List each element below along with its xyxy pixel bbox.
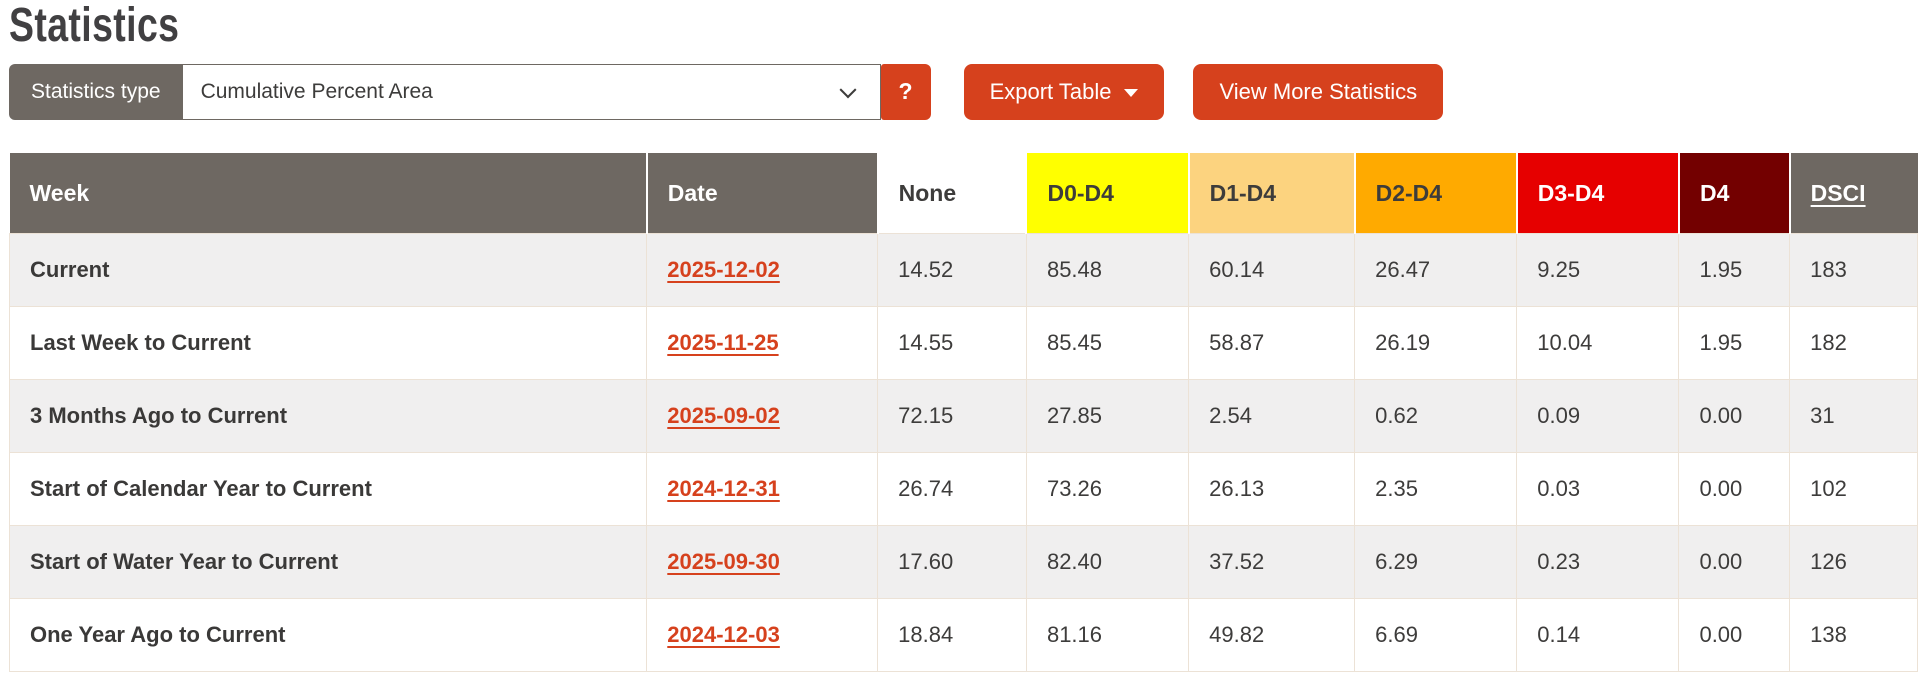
date-link[interactable]: 2024-12-31 xyxy=(667,476,780,501)
week-cell: Start of Calendar Year to Current xyxy=(8,452,648,527)
d3-d4-cell: 0.23 xyxy=(1516,525,1680,600)
d0-d4-cell: 81.16 xyxy=(1025,598,1190,673)
statistics-type-group: Statistics type Cumulative Percent Area … xyxy=(9,63,931,120)
week-cell: Last Week to Current xyxy=(8,306,648,381)
column-header-d2-d4: D2-D4 xyxy=(1354,152,1518,234)
date-cell: 2024-12-31 xyxy=(646,452,879,527)
export-table-label: Export Table xyxy=(989,78,1112,104)
export-table-button[interactable]: Export Table xyxy=(963,63,1165,120)
date-link[interactable]: 2025-11-25 xyxy=(667,330,778,355)
d4-cell: 1.95 xyxy=(1678,233,1791,308)
chevron-down-icon xyxy=(839,81,857,99)
none-cell: 17.60 xyxy=(877,525,1027,600)
d4-cell: 1.95 xyxy=(1678,306,1791,381)
d4-cell: 0.00 xyxy=(1678,452,1791,527)
d4-cell: 0.00 xyxy=(1678,598,1791,673)
d4-cell: 0.00 xyxy=(1678,525,1791,600)
table-row: One Year Ago to Current 2024-12-03 18.84 81… xyxy=(8,598,1918,673)
dsci-cell: 102 xyxy=(1789,452,1918,527)
date-cell: 2024-12-03 xyxy=(646,598,879,673)
column-header-d3-d4: D3-D4 xyxy=(1516,152,1680,234)
column-header-d1-d4: D1-D4 xyxy=(1188,152,1356,234)
none-cell: 14.52 xyxy=(877,233,1027,308)
date-cell: 2025-11-25 xyxy=(646,306,879,381)
dsci-cell: 183 xyxy=(1789,233,1918,308)
date-link[interactable]: 2025-09-02 xyxy=(667,403,780,428)
d3-d4-cell: 0.09 xyxy=(1516,379,1680,454)
d0-d4-cell: 73.26 xyxy=(1025,452,1190,527)
d2-d4-cell: 26.19 xyxy=(1354,306,1518,381)
date-link[interactable]: 2025-09-30 xyxy=(667,549,780,574)
d0-d4-cell: 27.85 xyxy=(1025,379,1190,454)
table-row: Start of Water Year to Current 2025-09-30… xyxy=(8,525,1918,600)
d3-d4-cell: 10.04 xyxy=(1516,306,1680,381)
d1-d4-cell: 60.14 xyxy=(1188,233,1356,308)
dsci-cell: 31 xyxy=(1789,379,1918,454)
none-cell: 72.15 xyxy=(877,379,1027,454)
dsci-cell: 182 xyxy=(1789,306,1918,381)
column-header-d0-d4: D0-D4 xyxy=(1026,152,1190,234)
d2-d4-cell: 0.62 xyxy=(1354,379,1518,454)
table-row: Start of Calendar Year to Current 2024-12… xyxy=(8,452,1918,527)
d3-d4-cell: 0.03 xyxy=(1516,452,1680,527)
date-cell: 2025-09-02 xyxy=(646,379,879,454)
table-row: 3 Months Ago to Current 2025-09-02 72.15 27… xyxy=(8,379,1918,454)
date-cell: 2025-09-30 xyxy=(646,525,879,600)
d4-cell: 0.00 xyxy=(1678,379,1791,454)
d2-d4-cell: 2.35 xyxy=(1354,452,1518,527)
dsci-cell: 126 xyxy=(1789,525,1918,600)
d3-d4-cell: 0.14 xyxy=(1516,598,1680,673)
d3-d4-cell: 9.25 xyxy=(1516,233,1680,308)
column-header-none: None xyxy=(877,152,1028,234)
statistics-type-select[interactable]: Cumulative Percent Area xyxy=(182,63,881,120)
week-cell: Start of Water Year to Current xyxy=(8,525,648,600)
column-header-week: Week xyxy=(9,152,648,234)
d1-d4-cell: 2.54 xyxy=(1188,379,1356,454)
table-row: Last Week to Current 2025-11-25 14.55 85.45… xyxy=(8,306,1918,381)
none-cell: 18.84 xyxy=(877,598,1027,673)
column-header-d4: D4 xyxy=(1678,152,1791,234)
none-cell: 26.74 xyxy=(877,452,1027,527)
table-row: Current 2025-12-02 14.52 85.48 60.14 26.47 9.2… xyxy=(8,233,1918,308)
d0-d4-cell: 85.45 xyxy=(1025,306,1190,381)
week-cell: 3 Months Ago to Current xyxy=(8,379,648,454)
page-title: Statistics xyxy=(9,0,180,52)
help-button[interactable]: ? xyxy=(880,63,931,120)
d1-d4-cell: 49.82 xyxy=(1188,598,1356,673)
week-cell: One Year Ago to Current xyxy=(8,598,648,673)
d2-d4-cell: 6.29 xyxy=(1354,525,1518,600)
d0-d4-cell: 82.40 xyxy=(1025,525,1190,600)
dsci-header-link[interactable]: DSCI xyxy=(1811,180,1866,206)
date-link[interactable]: 2024-12-03 xyxy=(667,622,780,647)
d0-d4-cell: 85.48 xyxy=(1025,233,1190,308)
table-header-row: Week Date None D0-D4 D1-D4 D2-D4 D3-D4 D4 DSCI xyxy=(9,152,1918,234)
dsci-cell: 138 xyxy=(1789,598,1918,673)
controls-bar: Statistics type Cumulative Percent Area … xyxy=(9,63,1918,120)
statistics-table: Week Date None D0-D4 D1-D4 D2-D4 D3-D4 D4 DSCI C… xyxy=(8,152,1918,673)
statistics-type-label: Statistics type xyxy=(9,63,183,120)
d2-d4-cell: 26.47 xyxy=(1354,233,1518,308)
none-cell: 14.55 xyxy=(877,306,1027,381)
d1-d4-cell: 37.52 xyxy=(1188,525,1356,600)
column-header-dsci: DSCI xyxy=(1789,152,1918,234)
d1-d4-cell: 26.13 xyxy=(1188,452,1356,527)
column-header-date: Date xyxy=(646,152,879,234)
view-more-statistics-button[interactable]: View More Statistics xyxy=(1193,63,1444,120)
statistics-page: Statistics Statistics type Cumulative Pe… xyxy=(0,0,1926,673)
caret-down-icon xyxy=(1124,89,1139,98)
d1-d4-cell: 58.87 xyxy=(1188,306,1356,381)
date-link[interactable]: 2025-12-02 xyxy=(667,257,780,282)
statistics-type-selected-value: Cumulative Percent Area xyxy=(200,79,433,103)
view-more-statistics-label: View More Statistics xyxy=(1219,78,1418,104)
table-body: Current 2025-12-02 14.52 85.48 60.14 26.47 9.2… xyxy=(8,233,1918,673)
date-cell: 2025-12-02 xyxy=(646,233,879,308)
d2-d4-cell: 6.69 xyxy=(1354,598,1518,673)
week-cell: Current xyxy=(8,233,648,308)
